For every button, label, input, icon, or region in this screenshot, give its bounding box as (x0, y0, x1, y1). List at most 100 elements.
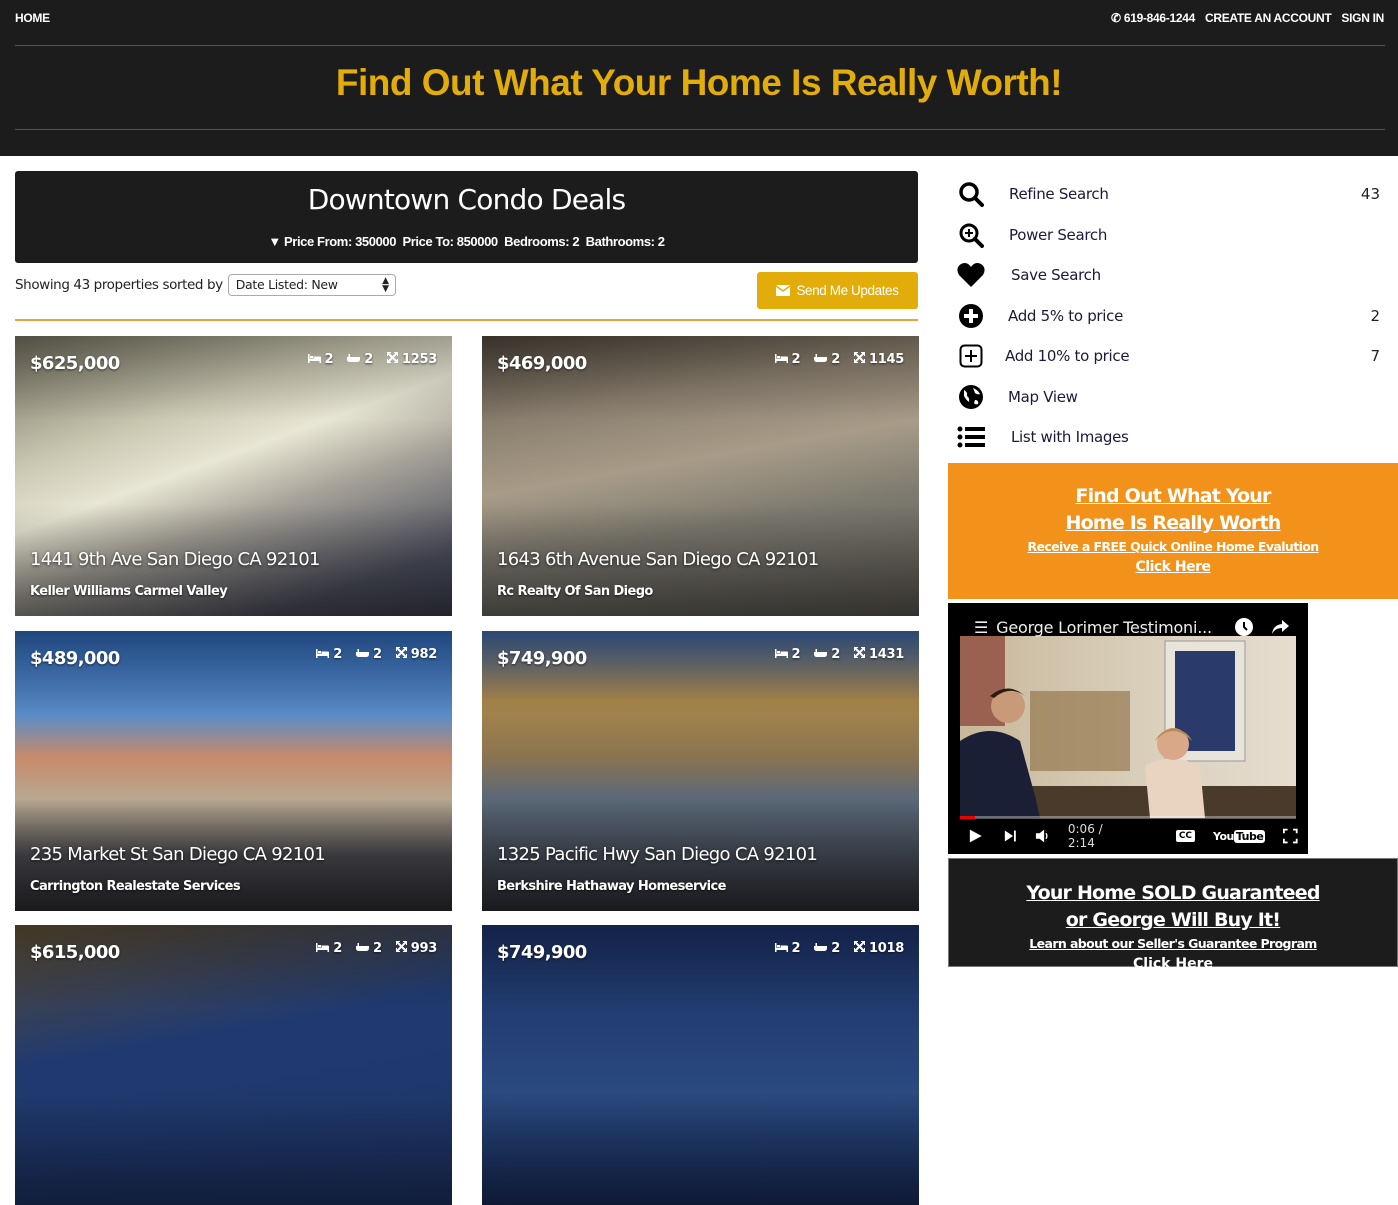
guarantee-headline-1[interactable]: Your Home SOLD Guaranteed (949, 880, 1397, 907)
sidebar-item-power-search[interactable]: Power Search (955, 215, 1380, 256)
bath-icon (356, 941, 369, 956)
send-me-updates-button[interactable]: Send Me Updates (757, 272, 918, 309)
fullscreen-icon[interactable] (1283, 828, 1298, 844)
bed-icon (774, 352, 788, 367)
search-icon (955, 178, 987, 210)
playlist-icon: ☰ (974, 618, 989, 637)
youtube-video-player[interactable]: ☰ George Lorimer Testimoni... 0:06 / 2:1… (948, 603, 1308, 854)
play-icon[interactable] (968, 828, 983, 844)
expand-icon (854, 352, 866, 367)
bath-icon (347, 352, 361, 367)
sqft-stat: 1145 (854, 352, 904, 367)
promo-subtext[interactable]: Receive a FREE Quick Online Home Evaluti… (948, 537, 1398, 557)
listing-card[interactable]: $469,000 2 2 1145 1643 6th Avenue San Diego … (482, 336, 919, 616)
sidebar-menu: Refine Search 43 Power Search Save Search Ad… (955, 174, 1380, 458)
listing-card[interactable]: $625,000 2 2 1253 1441 9th Ave San Diego CA … (15, 336, 452, 616)
video-title[interactable]: George Lorimer Testimoni... (996, 618, 1212, 637)
listing-address[interactable]: 235 Market St San Diego CA 92101 (30, 844, 326, 865)
baths-stat: 2 (356, 647, 382, 662)
search-heading-panel: Downtown Condo Deals ▼ Price From: 35000… (15, 171, 918, 263)
guarantee-click-here-link[interactable]: Click Here (949, 954, 1397, 974)
listing-address[interactable]: 1441 9th Ave San Diego CA 92101 (30, 549, 320, 570)
listing-price: $749,900 (497, 942, 587, 963)
listing-agent: Keller Williams Carmel Valley (30, 584, 228, 599)
promo-headline-1[interactable]: Find Out What Your (948, 483, 1398, 510)
youtube-logo[interactable]: You Tube (1213, 829, 1266, 843)
baths-count: 2 (364, 352, 374, 367)
sqft-value: 1253 (402, 352, 437, 367)
baths-count: 2 (831, 941, 841, 956)
create-account-link[interactable]: CREATE AN ACCOUNT (1205, 11, 1332, 25)
sqft-stat: 1431 (854, 647, 904, 662)
sidebar-item-label: List with Images (1011, 428, 1129, 447)
baths-count: 2 (831, 352, 841, 367)
sidebar-item-count: 43 (1360, 185, 1380, 204)
listing-stats: 2 2 1253 (307, 352, 437, 367)
promo-headline-2[interactable]: Home Is Really Worth (948, 510, 1398, 537)
baths-count: 2 (373, 941, 382, 956)
promo-click-here-link[interactable]: Click Here (948, 557, 1398, 577)
beds-stat: 2 (316, 941, 342, 956)
listing-address[interactable]: 1643 6th Avenue San Diego CA 92101 (497, 549, 819, 570)
sort-select[interactable]: Date Listed: New ▲ ▼ (227, 274, 396, 296)
beds-count: 2 (333, 941, 342, 956)
bed-icon (774, 647, 788, 662)
share-icon[interactable] (1270, 617, 1290, 637)
sign-in-link[interactable]: SIGN IN (1341, 11, 1384, 25)
nav-home-link[interactable]: HOME (15, 11, 50, 25)
send-me-updates-label: Send Me Updates (796, 283, 899, 298)
phone-icon: ✆ (1111, 11, 1121, 25)
sidebar-item-add-5-to-price[interactable]: Add 5% to price 2 (955, 296, 1380, 337)
globe-icon (955, 381, 987, 413)
baths-count: 2 (373, 647, 382, 662)
baths-count: 2 (831, 647, 841, 662)
home-valuation-promo[interactable]: Find Out What Your Home Is Really Worth … (948, 463, 1398, 599)
sidebar-item-add-10-to-price[interactable]: Add 10% to price 7 (955, 336, 1380, 377)
sidebar-item-refine-search[interactable]: Refine Search 43 (955, 174, 1380, 215)
results-count-label: Showing 43 properties sorted by (15, 277, 223, 293)
listing-card[interactable]: $749,900 2 2 1018 (482, 925, 919, 1205)
photo-overlay (15, 631, 452, 911)
sidebar-item-list-with-images[interactable]: List with Images (955, 417, 1380, 458)
zoom-in-icon (955, 219, 987, 251)
divider (15, 129, 1385, 130)
sqft-stat: 982 (395, 647, 438, 662)
sidebar-item-label: Add 10% to price (1005, 347, 1130, 366)
listing-card[interactable]: $615,000 2 2 993 (15, 925, 452, 1205)
beds-count: 2 (324, 352, 334, 367)
banner-title[interactable]: Find Out What Your Home Is Really Worth! (0, 62, 1398, 104)
beds-stat: 2 (774, 352, 801, 367)
captions-icon[interactable]: CC (1175, 830, 1196, 842)
sqft-value: 1145 (869, 352, 904, 367)
sidebar-item-save-search[interactable]: Save Search (955, 255, 1380, 296)
listing-stats: 2 2 993 (316, 941, 437, 956)
listing-card[interactable]: $489,000 2 2 982 235 Market St San Diego CA … (15, 631, 452, 911)
watch-later-icon[interactable] (1234, 617, 1254, 637)
sidebar-item-map-view[interactable]: Map View (955, 377, 1380, 418)
next-icon[interactable] (1003, 828, 1018, 844)
guarantee-headline-2[interactable]: or George Will Buy It! (949, 907, 1397, 934)
bed-icon (316, 647, 330, 662)
beds-count: 2 (333, 647, 342, 662)
expand-icon (395, 941, 407, 956)
video-progress-fill (960, 816, 976, 819)
volume-icon[interactable] (1035, 828, 1050, 844)
guarantee-subtext[interactable]: Learn about our Seller's Guarantee Progr… (949, 934, 1397, 954)
sort-bar: Showing 43 properties sorted by Date Lis… (15, 274, 396, 296)
phone-link[interactable]: ✆ 619-846-1244 (1111, 11, 1195, 25)
listing-card[interactable]: $749,900 2 2 1431 1325 Pacific Hwy San Diego… (482, 631, 919, 911)
sqft-stat: 1253 (387, 352, 437, 367)
search-filters: ▼ Price From: 350000 Price To: 850000 Be… (15, 234, 918, 249)
sqft-value: 982 (410, 647, 438, 662)
page-title: Downtown Condo Deals (307, 183, 626, 216)
listing-price: $489,000 (30, 648, 120, 669)
listing-address[interactable]: 1325 Pacific Hwy San Diego CA 92101 (497, 844, 818, 865)
video-time: 0:06 / 2:14 (1067, 822, 1103, 850)
sqft-stat: 1018 (854, 941, 904, 956)
bath-icon (814, 647, 828, 662)
sold-guarantee-promo[interactable]: Your Home SOLD Guaranteed or George Will… (948, 858, 1398, 972)
plus-circle-icon (955, 300, 987, 332)
video-progress-bar[interactable] (960, 816, 1296, 819)
beds-count: 2 (791, 352, 801, 367)
listing-price: $749,900 (497, 648, 587, 669)
